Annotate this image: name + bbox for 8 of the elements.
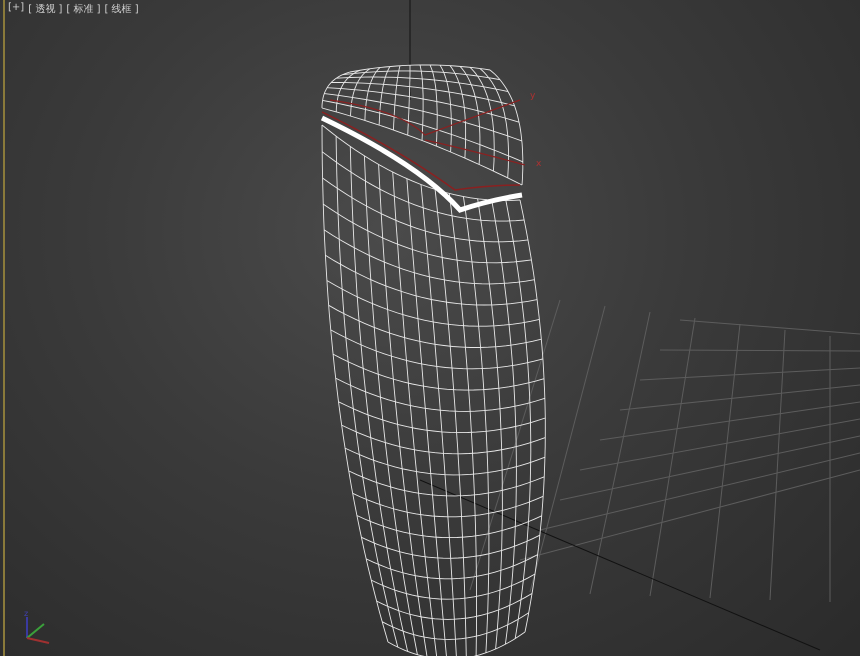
viewport-menu-label[interactable]: [+] xyxy=(8,2,24,16)
axis-label: z xyxy=(24,609,28,618)
viewport-menu-label[interactable]: [ 透视 ] xyxy=(28,2,62,16)
viewport-menu-label[interactable]: [ 线框 ] xyxy=(104,2,139,16)
gizmo-axis-label: y xyxy=(530,91,536,101)
gizmo-axis-label: x xyxy=(536,159,542,169)
axis-tripod-icon xyxy=(26,617,50,644)
viewport-menu-label[interactable]: [ 标准 ] xyxy=(66,2,101,16)
